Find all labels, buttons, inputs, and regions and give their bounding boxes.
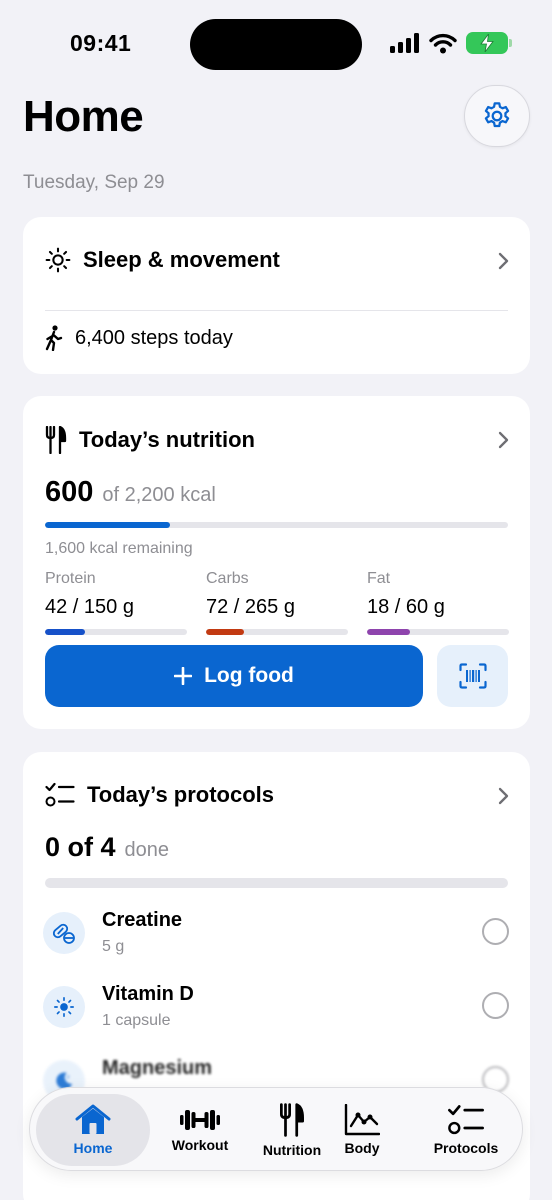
macro-progress-bar <box>367 629 509 635</box>
barcode-scan-icon <box>458 663 487 689</box>
svg-text:z: z <box>67 1074 70 1080</box>
nutrition-card-header: Today’s nutrition <box>45 426 255 454</box>
wifi-icon <box>429 33 457 53</box>
calories-goal: of 2,200 kcal <box>102 484 216 506</box>
tab-home[interactable]: Home <box>36 1094 150 1166</box>
steps-label: 6,400 steps today <box>75 326 233 349</box>
sleep-movement-card[interactable]: Sleep & movement 6,400 steps today <box>23 217 530 374</box>
protocols-summary: 0 of 4 done <box>45 832 169 863</box>
chevron-right-icon <box>498 787 509 805</box>
macro-carbs: Carbs 72 / 265 g <box>206 570 348 635</box>
protocol-checkbox[interactable] <box>482 918 509 945</box>
macro-name: Fat <box>367 570 391 587</box>
log-food-button[interactable]: Log food <box>45 645 423 707</box>
macro-progress-bar <box>45 629 187 635</box>
walking-icon <box>45 325 63 351</box>
protocols-done-count: 0 of 4 <box>45 832 116 862</box>
dumbbell-icon <box>180 1110 220 1130</box>
settings-button[interactable] <box>464 85 530 147</box>
battery-icon <box>466 32 512 54</box>
macro-name: Carbs <box>206 570 249 587</box>
calories-consumed: 600 <box>45 476 94 508</box>
chart-icon <box>344 1104 380 1136</box>
log-food-label: Log food <box>204 664 294 687</box>
protocol-checkbox[interactable] <box>482 992 509 1019</box>
calories-summary: 600 of 2,200 kcal <box>45 476 216 509</box>
status-bar: 09:41 <box>0 0 552 90</box>
protocol-name: Magnesium <box>102 1057 213 1079</box>
protocol-name: Creatine <box>102 909 183 931</box>
macro-protein: Protein 42 / 150 g <box>45 570 187 635</box>
status-icons <box>390 32 512 54</box>
macro-progress-fill <box>367 629 410 635</box>
macro-progress-bar <box>206 629 348 635</box>
macro-fat: Fat 18 / 60 g <box>367 570 509 635</box>
macro-value: 18 / 60 g <box>367 596 445 618</box>
protocols-card-title: Today’s protocols <box>87 782 275 807</box>
chevron-right-icon <box>498 431 509 449</box>
pill-icon <box>43 912 85 954</box>
charging-bolt-icon <box>480 34 494 52</box>
divider <box>45 310 508 311</box>
tab-label: Nutrition <box>262 1142 322 1158</box>
plus-icon <box>174 667 193 685</box>
gear-icon <box>484 102 510 128</box>
page-title: Home <box>23 92 144 141</box>
dynamic-island <box>190 19 362 70</box>
status-time: 09:41 <box>70 30 132 56</box>
protocols-done-label: done <box>124 839 170 861</box>
protocol-item[interactable]: Vitamin D 1 capsule <box>43 983 509 1046</box>
protocol-item[interactable]: Creatine 5 g <box>43 909 509 972</box>
steps-row: 6,400 steps today <box>45 325 233 351</box>
sleep-card-header: Sleep & movement <box>45 247 280 273</box>
protocol-dose: 1 capsule <box>102 1012 171 1029</box>
checklist-icon <box>45 782 75 807</box>
chevron-right-icon <box>498 252 509 270</box>
protocol-name: Vitamin D <box>102 983 194 1005</box>
tab-body[interactable]: Body <box>320 1094 404 1166</box>
nutrition-card-title: Today’s nutrition <box>79 427 255 452</box>
house-icon <box>75 1104 111 1134</box>
calorie-progress-fill <box>45 522 170 528</box>
tab-label: Body <box>344 1140 380 1156</box>
date-label: Tuesday, Sep 29 <box>23 172 165 193</box>
macro-value: 42 / 150 g <box>45 596 134 618</box>
tab-protocols[interactable]: Protocols <box>410 1094 522 1166</box>
sun-icon <box>45 247 71 273</box>
tab-workout[interactable]: Workout <box>150 1094 250 1166</box>
tab-label: Protocols <box>433 1140 499 1156</box>
protocol-dose: 5 g <box>102 938 125 955</box>
macro-progress-fill <box>45 629 85 635</box>
checklist-icon <box>448 1105 484 1135</box>
tab-label: Home <box>73 1140 113 1156</box>
fork-knife-icon <box>280 1103 304 1137</box>
nutrition-card[interactable]: Today’s nutrition 600 of 2,200 kcal 1,60… <box>23 396 530 729</box>
tab-bar: Home Workout Nutrition Body Protocols <box>29 1087 523 1171</box>
macro-progress-fill <box>206 629 245 635</box>
macro-name: Protein <box>45 570 96 587</box>
calories-remaining: 1,600 kcal remaining <box>45 540 193 557</box>
fork-knife-icon <box>45 426 67 454</box>
protocols-card-header: Today’s protocols <box>45 782 274 808</box>
sun-icon <box>43 986 85 1028</box>
macro-value: 72 / 265 g <box>206 596 295 618</box>
sleep-card-title: Sleep & movement <box>83 247 280 272</box>
protocols-progress-bar <box>45 878 508 888</box>
tab-label: Workout <box>171 1137 229 1153</box>
barcode-scan-button[interactable] <box>437 645 508 707</box>
cellular-signal-icon <box>390 33 419 53</box>
calorie-progress-bar <box>45 522 508 528</box>
